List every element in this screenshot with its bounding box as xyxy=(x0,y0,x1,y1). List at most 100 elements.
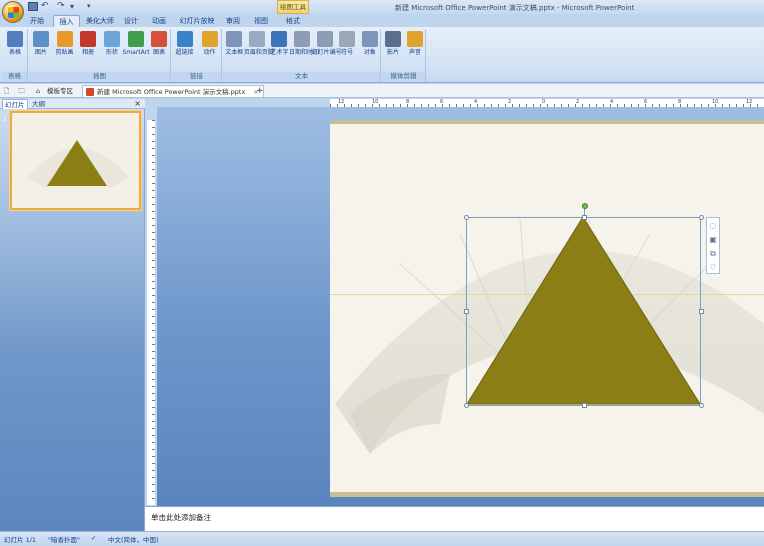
ribbon-button-label: 声音 xyxy=(408,49,421,56)
ribbon-group-4: 影片 声音 媒体剪辑 xyxy=(382,29,426,82)
header-footer-icon xyxy=(248,31,265,47)
qat-more-icon[interactable]: ▾ xyxy=(70,2,80,11)
ribbon-button-label: 剪贴画 xyxy=(55,49,74,56)
album-icon xyxy=(80,31,97,47)
heart-icon[interactable]: ♡ xyxy=(707,261,719,274)
slide-thumbnail[interactable] xyxy=(10,111,141,210)
shape-selection-box[interactable] xyxy=(464,203,704,408)
tab-3[interactable]: 设计 xyxy=(120,15,142,27)
album-button[interactable]: 相册 xyxy=(75,31,101,71)
ruler-tick-label: 6 xyxy=(644,99,648,105)
tab-slides[interactable]: 幻灯片 xyxy=(2,99,28,109)
picture-button[interactable]: 图片 xyxy=(28,31,54,71)
smartart-icon xyxy=(127,31,144,47)
tab-4[interactable]: 动画 xyxy=(145,15,173,27)
ribbon-button-label: 相册 xyxy=(82,49,95,56)
table-button[interactable]: 表格 xyxy=(2,31,28,71)
tab-6[interactable]: 审阅 xyxy=(222,15,244,27)
ruler-tick-label: 4 xyxy=(610,99,614,105)
ruler-tick-label: 8 xyxy=(678,99,682,105)
resize-handle-s[interactable] xyxy=(582,403,587,408)
textbox-icon xyxy=(226,31,243,47)
open-folder-icon[interactable]: 🗀 xyxy=(18,85,25,97)
ruler-tick-label: 8 xyxy=(406,99,410,105)
thumbnail-preview xyxy=(27,140,130,188)
tab-2[interactable]: 美化大师 xyxy=(82,15,118,27)
resize-handle-e[interactable] xyxy=(699,309,704,314)
chart-button[interactable]: 图表 xyxy=(146,31,172,71)
sound-button[interactable]: 声音 xyxy=(402,31,428,71)
ribbon-button-label: 形状 xyxy=(105,49,118,56)
ribbon-group-label: 表格 xyxy=(2,72,27,81)
action-button[interactable]: 动作 xyxy=(197,31,223,71)
image-icon[interactable]: ▣ xyxy=(707,233,719,246)
ruler-tick-label: 0 xyxy=(542,99,546,105)
spellcheck-icon[interactable]: ✓ xyxy=(91,534,96,542)
ruler-tick-label: 4 xyxy=(474,99,478,105)
ruler-tick-label: 6 xyxy=(440,99,444,105)
ruler-tick-label: 10 xyxy=(712,99,719,105)
tab-8[interactable]: 格式 xyxy=(278,15,308,27)
slide-count: 幻灯片 1/1 xyxy=(4,536,37,544)
shapes-icon xyxy=(103,31,120,47)
close-panel-icon[interactable]: × xyxy=(134,99,141,109)
editing-canvas[interactable]: ◌ ▣ ⧉ ♡ xyxy=(157,107,764,506)
tab-7[interactable]: 视图 xyxy=(248,15,274,27)
tab-5[interactable]: 幻灯片放映 xyxy=(176,15,218,27)
new-doc-icon[interactable]: 🗋 xyxy=(4,85,9,97)
undo-icon[interactable]: ↶ xyxy=(41,2,51,11)
vertical-ruler[interactable] xyxy=(147,120,155,505)
smartart-button[interactable]: SmartArt xyxy=(123,31,150,71)
customize-qat-icon[interactable]: ▾ xyxy=(87,2,97,11)
ruler-tick-label: 2 xyxy=(576,99,580,105)
tab-0[interactable]: 开始 xyxy=(22,15,52,27)
template-home-icon[interactable]: ⌂ xyxy=(36,85,40,97)
horizontal-ruler[interactable]: 12 10 8 6 4 2 0 2 4 6 8 10 12 xyxy=(330,99,764,107)
template-tab[interactable]: 模板专区 xyxy=(47,85,73,97)
ribbon-tabs: 开始 插入 美化大师 设计 动画 幻灯片放映 审阅 视图 格式 xyxy=(0,14,764,27)
ribbon-group-label: 插图 xyxy=(29,72,170,81)
rotation-handle[interactable] xyxy=(582,203,588,209)
ribbon-button-label: 对象 xyxy=(363,49,376,56)
redo-icon[interactable]: ↷ xyxy=(57,2,67,11)
tab-1[interactable]: 插入 xyxy=(53,15,80,27)
shape-quick-tools: ◌ ▣ ⧉ ♡ xyxy=(706,217,720,274)
clipart-button[interactable]: 剪贴画 xyxy=(52,31,78,71)
office-logo-icon xyxy=(8,7,19,18)
ruler-tick-label: 12 xyxy=(338,99,345,105)
ribbon-button-label: 图片 xyxy=(34,49,47,56)
tab-outline[interactable]: 大纲 xyxy=(30,99,47,109)
hyperlink-button[interactable]: 超链接 xyxy=(172,31,198,71)
symbol-icon xyxy=(339,31,356,47)
ribbon-button-label: 动作 xyxy=(203,49,216,56)
resize-handle-nw[interactable] xyxy=(464,215,469,220)
shapes-button[interactable]: 形状 xyxy=(99,31,125,71)
resize-handle-w[interactable] xyxy=(464,309,469,314)
chart-icon xyxy=(151,31,168,47)
notes-pane[interactable]: 单击此处添加备注 xyxy=(145,506,764,531)
theme-name: "暗香扑面" xyxy=(48,536,80,544)
save-icon[interactable] xyxy=(28,2,38,11)
ruler-tick-label: 12 xyxy=(746,99,753,105)
resize-handle-ne[interactable] xyxy=(699,215,704,220)
wordart-icon xyxy=(271,31,288,47)
object-button[interactable]: 对象 xyxy=(357,31,383,71)
ribbon-group-label: 文本 xyxy=(223,72,380,81)
resize-handle-se[interactable] xyxy=(699,403,704,408)
ribbon-group-1: 图片 剪贴画 相册 形状 SmartArt 图表 插图 xyxy=(29,29,171,82)
crop-icon[interactable]: ⧉ xyxy=(707,247,719,260)
resize-handle-sw[interactable] xyxy=(464,403,469,408)
sound-icon xyxy=(407,31,423,47)
resize-handle-n[interactable] xyxy=(582,215,587,220)
ruler-left-gap xyxy=(160,99,330,107)
panel-tabs: 幻灯片 大纲 × xyxy=(0,99,145,109)
active-document-tab[interactable]: 新建 Microsoft Office PowerPoint 演示文稿.pptx… xyxy=(82,85,264,97)
ribbon-group-label: 链接 xyxy=(172,72,221,81)
action-icon xyxy=(201,31,218,47)
language-status[interactable]: 中文(简体，中国) xyxy=(108,534,159,544)
shape-style-icon[interactable]: ◌ xyxy=(707,219,719,232)
table-icon xyxy=(7,31,23,47)
picture-icon xyxy=(32,31,49,47)
new-tab-button[interactable]: + xyxy=(256,85,264,97)
office-button[interactable] xyxy=(2,1,24,23)
